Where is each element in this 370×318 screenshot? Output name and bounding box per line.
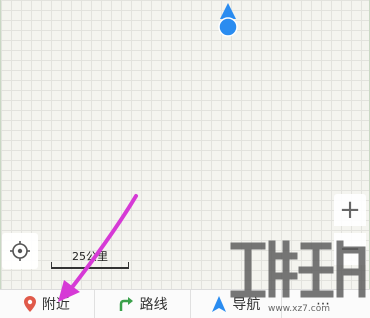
watermark-url: www.xz7.com [268, 304, 330, 314]
crosshair-icon [10, 241, 30, 261]
tab-route[interactable]: 路线 [95, 290, 192, 318]
locate-me-button[interactable] [2, 233, 38, 269]
zoom-in-button[interactable]: + [334, 194, 366, 226]
map-scale: 25公里 [51, 246, 129, 272]
location-marker-icon [218, 3, 238, 37]
route-arrow-icon [119, 297, 133, 311]
tab-nearby[interactable]: 附近 [0, 290, 95, 318]
tab-route-label: 路线 [139, 297, 168, 313]
navigation-arrow-icon [212, 296, 227, 312]
tab-nearby-label: 附近 [41, 297, 70, 313]
site-watermark-logo [230, 240, 366, 298]
map-pin-icon [23, 296, 36, 312]
scale-bar [51, 262, 129, 269]
